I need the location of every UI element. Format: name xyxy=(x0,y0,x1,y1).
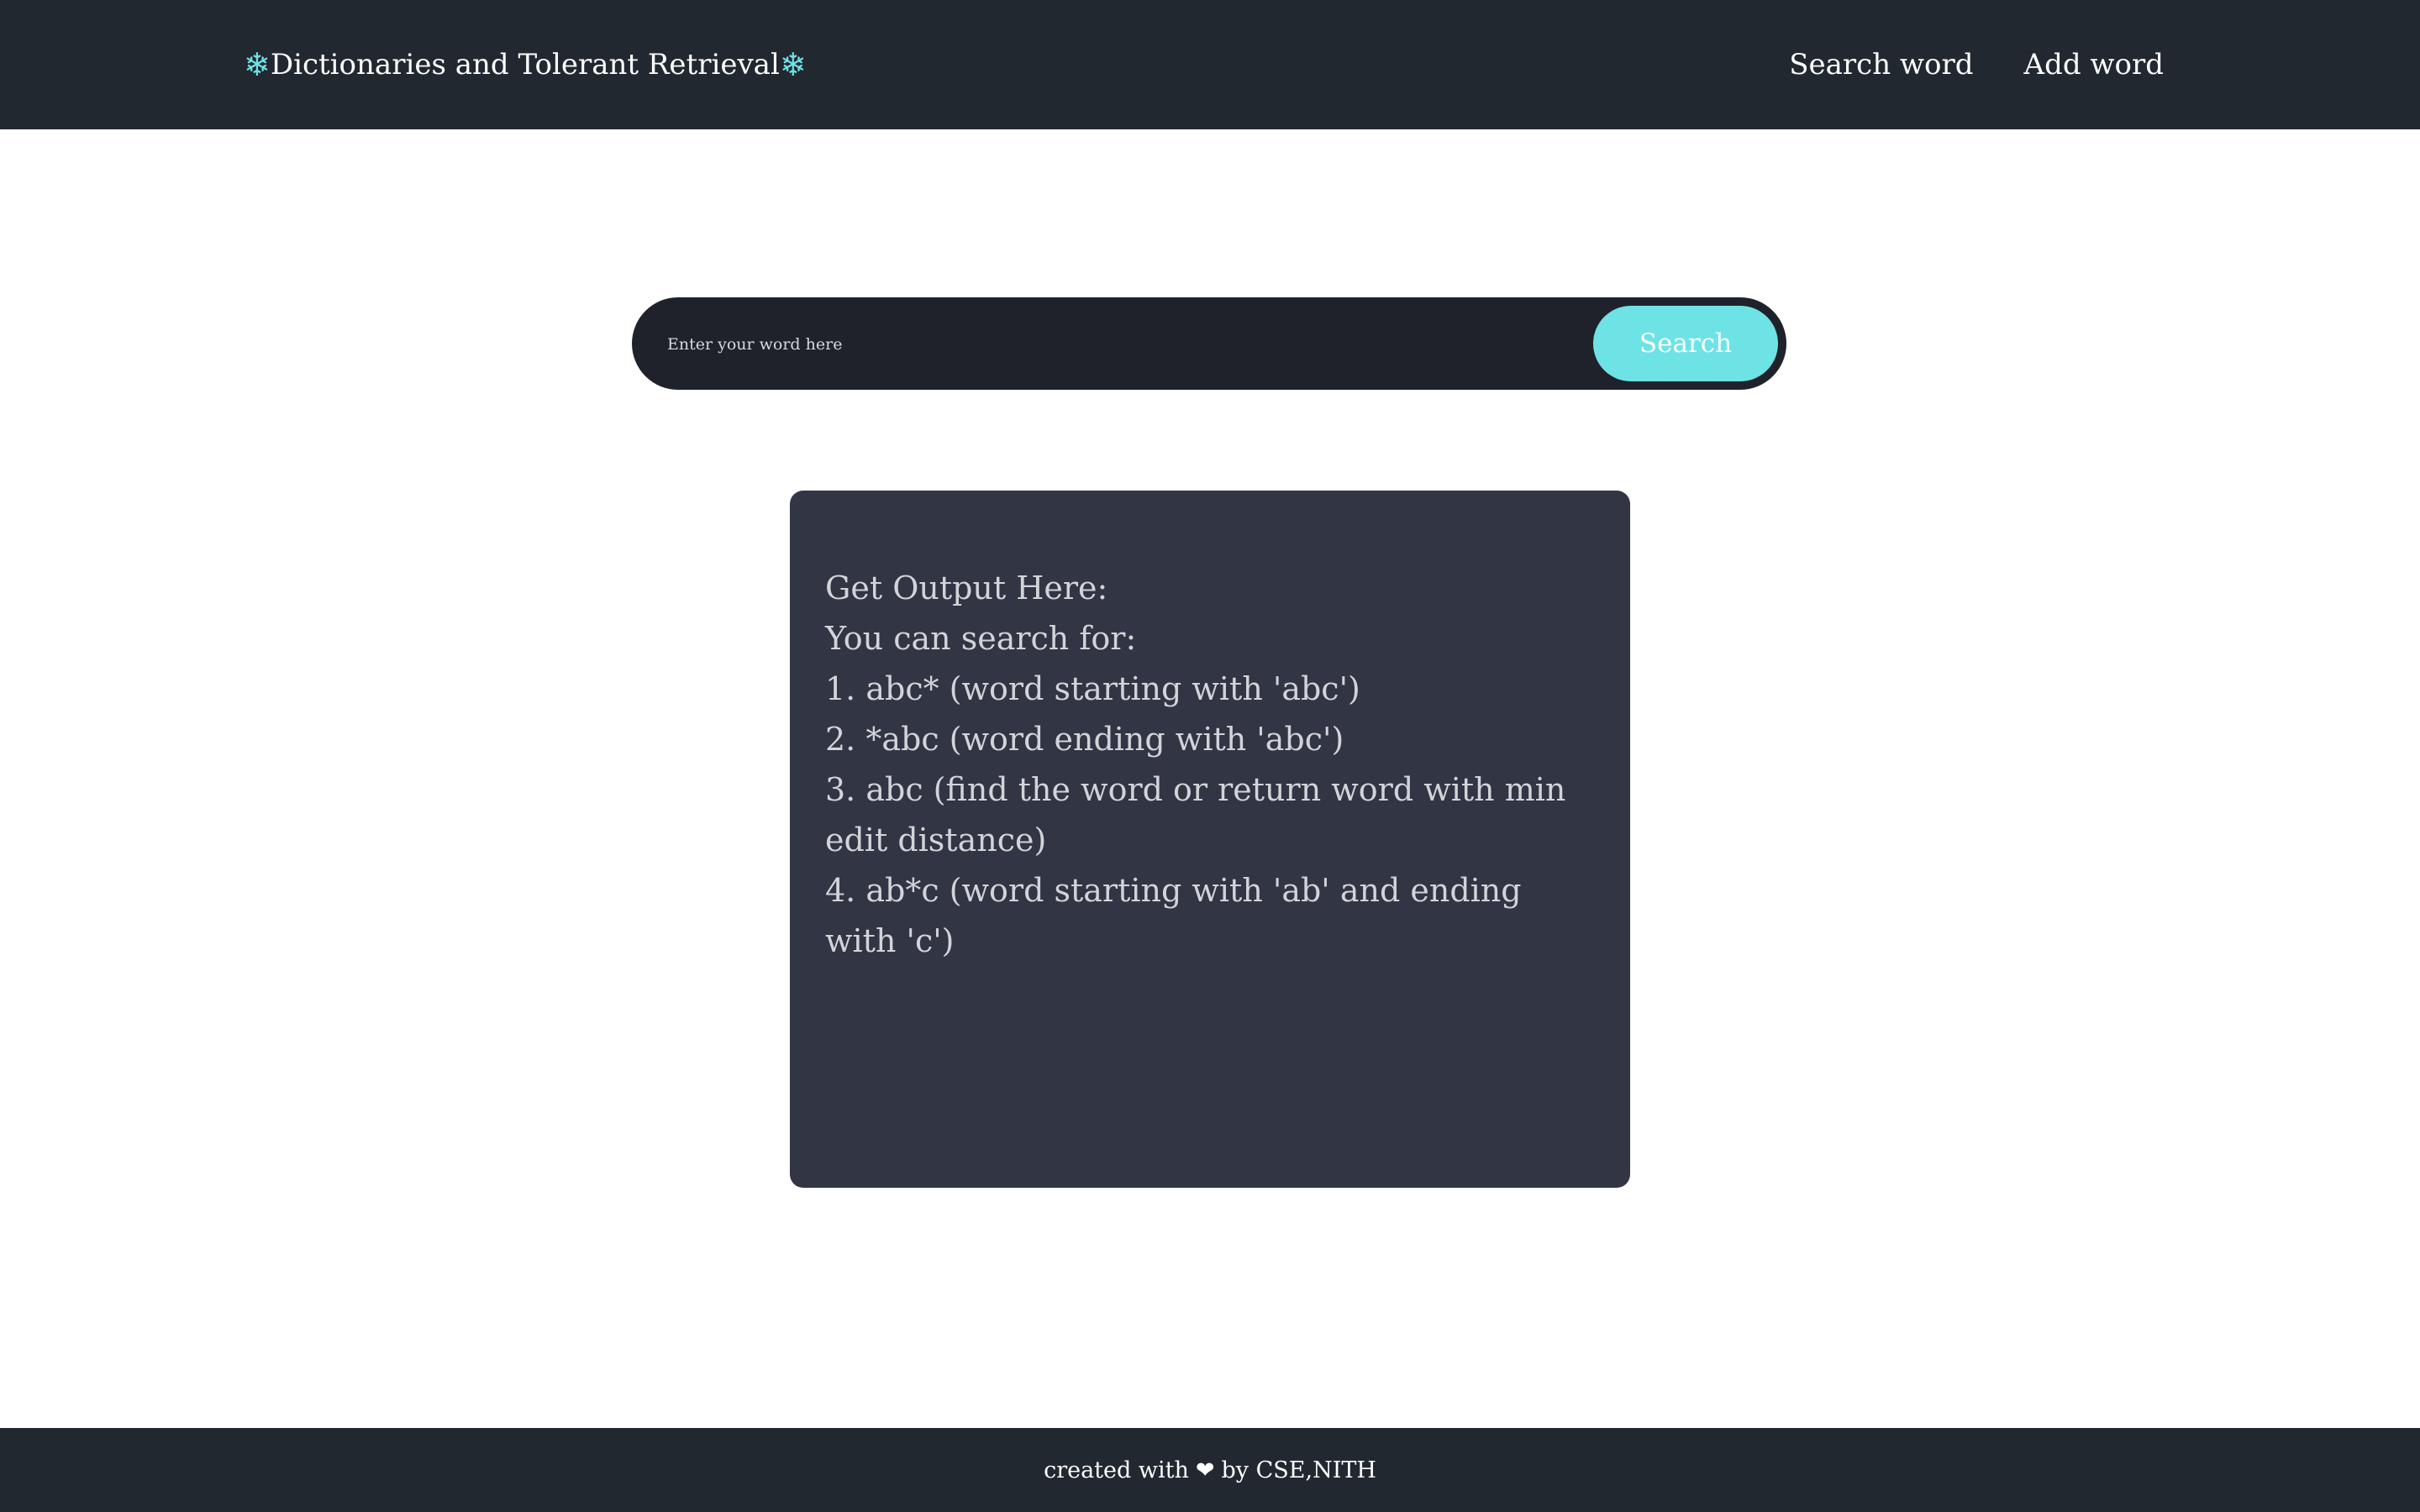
footer: created with ❤ by CSE,NITH xyxy=(0,1428,2420,1512)
search-bar: Search xyxy=(632,297,1786,390)
output-heading: Get Output Here: xyxy=(825,570,1108,606)
output-line: 4. ab*c (word starting with 'ab' and end… xyxy=(825,872,1522,959)
nav-links: Search word Add word xyxy=(1789,42,2164,87)
output-panel: Get Output Here: You can search for: 1. … xyxy=(790,491,1630,1188)
footer-text-before: created with xyxy=(1044,1457,1189,1483)
search-input[interactable] xyxy=(666,323,1543,366)
navbar: ❄ Dictionaries and Tolerant Retrieval ❄ Se… xyxy=(0,0,2420,129)
brand-title-text: Dictionaries and Tolerant Retrieval xyxy=(270,48,780,81)
footer-text-after: by CSE,NITH xyxy=(1221,1457,1376,1483)
nav-link-add-word[interactable]: Add word xyxy=(2024,48,2164,81)
search-button[interactable]: Search xyxy=(1593,306,1778,381)
output-line: 2. *abc (word ending with 'abc') xyxy=(825,721,1344,758)
output-line: 3. abc (find the word or return word wit… xyxy=(825,771,1566,858)
output-line: You can search for: xyxy=(825,620,1137,657)
heart-icon: ❤ xyxy=(1195,1457,1215,1483)
brand-title[interactable]: ❄ Dictionaries and Tolerant Retrieval ❄ xyxy=(244,42,807,87)
nav-link-search-word[interactable]: Search word xyxy=(1789,48,1973,81)
snowflake-icon: ❄ xyxy=(244,46,271,83)
snowflake-icon: ❄ xyxy=(779,46,807,83)
output-line: 1. abc* (word starting with 'abc') xyxy=(825,670,1360,707)
